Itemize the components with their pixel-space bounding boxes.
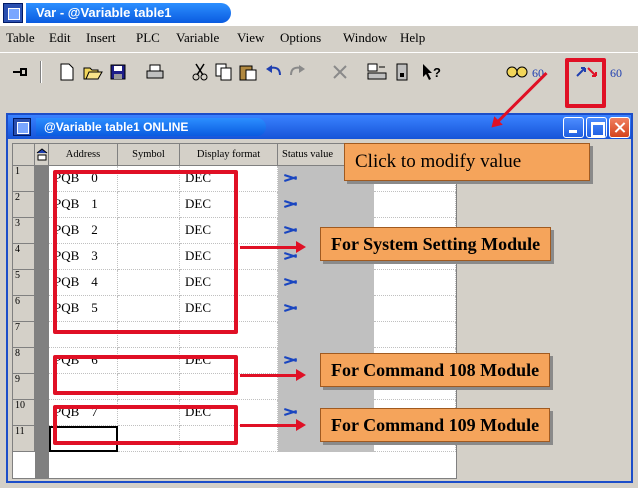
command-109-arrow-line [240, 424, 298, 427]
variable-table-title-bar: @Variable table1 ONLINE [8, 115, 631, 139]
row-number[interactable]: 10 [13, 400, 35, 426]
status-busy-icon [284, 174, 297, 183]
row-number[interactable]: 3 [13, 218, 35, 244]
command-108-arrow-line [240, 374, 298, 377]
row-selector-gutter [35, 166, 49, 478]
status-busy-icon [284, 252, 297, 261]
redo-icon[interactable] [285, 60, 309, 84]
new-icon[interactable] [55, 60, 79, 84]
new-value-cell[interactable] [374, 296, 456, 322]
monitor-value-icon[interactable]: 60 [530, 60, 554, 84]
whats-this-icon[interactable]: ? [420, 60, 444, 84]
status-busy-icon [284, 278, 297, 287]
force-icon[interactable]: 60 [608, 60, 632, 84]
menu-help[interactable]: Help [400, 30, 425, 46]
modify-value-callout: Click to modify value [344, 143, 590, 181]
column-header-symbol[interactable]: Symbol [118, 144, 180, 166]
svg-text:?: ? [433, 65, 441, 80]
new-value-cell[interactable] [374, 192, 456, 218]
application-window: Var - @Variable table1 Table Edit Insert… [0, 0, 638, 488]
column-header-address[interactable]: Address [49, 144, 118, 166]
status-busy-icon [284, 408, 297, 417]
status-busy-icon [284, 200, 297, 209]
status-value-cell[interactable] [278, 296, 374, 322]
close-button[interactable] [609, 117, 630, 138]
maximize-button[interactable] [586, 117, 607, 138]
open-icon[interactable] [81, 60, 105, 84]
network-icon[interactable] [365, 60, 389, 84]
row-number[interactable]: 7 [13, 322, 35, 348]
minimize-button[interactable] [563, 117, 584, 138]
svg-text:60: 60 [610, 66, 622, 80]
status-value-cell[interactable] [278, 192, 374, 218]
command-108-arrow-head [296, 369, 306, 381]
corner-header [13, 144, 35, 166]
toolbar: ? 60 60 [0, 52, 638, 88]
row-number[interactable]: 9 [13, 374, 35, 400]
status-value-cell[interactable] [278, 270, 374, 296]
command-109-arrow-head [296, 419, 306, 431]
row-number[interactable]: 5 [13, 270, 35, 296]
app-icon[interactable] [3, 3, 23, 23]
copy-icon[interactable] [212, 60, 236, 84]
menu-variable[interactable]: Variable [176, 30, 219, 46]
save-icon[interactable] [106, 60, 130, 84]
status-value-cell[interactable] [278, 322, 374, 348]
menu-edit[interactable]: Edit [49, 30, 71, 46]
menu-plc[interactable]: PLC [136, 30, 160, 46]
system-setting-rows-highlight [53, 170, 238, 334]
toolbar-separator [40, 61, 42, 83]
command-108-callout: For Command 108 Module [320, 353, 551, 387]
window-title: Var - @Variable table1 [26, 3, 231, 23]
pin-icon[interactable] [8, 60, 32, 84]
system-arrow-line [240, 246, 298, 249]
variable-table-title: @Variable table1 ONLINE [36, 118, 266, 136]
status-busy-icon [284, 356, 297, 365]
modify-value-highlight [565, 58, 606, 108]
command-108-row-highlight [53, 355, 238, 395]
row-number[interactable]: 11 [13, 426, 35, 452]
status-busy-icon [284, 304, 297, 313]
new-value-cell[interactable] [374, 322, 456, 348]
command-109-row-highlight [53, 405, 238, 445]
row-number[interactable]: 2 [13, 192, 35, 218]
command-109-callout: For Command 109 Module [320, 408, 551, 442]
download-icon[interactable] [390, 60, 414, 84]
menu-bar: Table Edit Insert PLC Variable View Opti… [0, 27, 638, 49]
title-bar: Var - @Variable table1 [0, 0, 638, 26]
monitor-icon[interactable] [505, 60, 529, 84]
table-window-icon[interactable] [13, 118, 31, 136]
system-arrow-head [296, 241, 306, 253]
print-icon[interactable] [143, 60, 167, 84]
delete-icon[interactable] [328, 60, 352, 84]
row-number[interactable]: 6 [13, 296, 35, 322]
menu-table[interactable]: Table [6, 30, 35, 46]
column-header-display-format[interactable]: Display format [180, 144, 278, 166]
paste-icon[interactable] [236, 60, 260, 84]
undo-icon[interactable] [262, 60, 286, 84]
row-selector-header[interactable] [35, 144, 49, 166]
system-setting-callout: For System Setting Module [320, 227, 552, 261]
cut-icon[interactable] [188, 60, 212, 84]
menu-options[interactable]: Options [280, 30, 321, 46]
row-number[interactable]: 8 [13, 348, 35, 374]
menu-insert[interactable]: Insert [86, 30, 116, 46]
status-busy-icon [284, 226, 297, 235]
row-number[interactable]: 1 [13, 166, 35, 192]
menu-view[interactable]: View [237, 30, 264, 46]
menu-window[interactable]: Window [343, 30, 387, 46]
new-value-cell[interactable] [374, 270, 456, 296]
row-number[interactable]: 4 [13, 244, 35, 270]
